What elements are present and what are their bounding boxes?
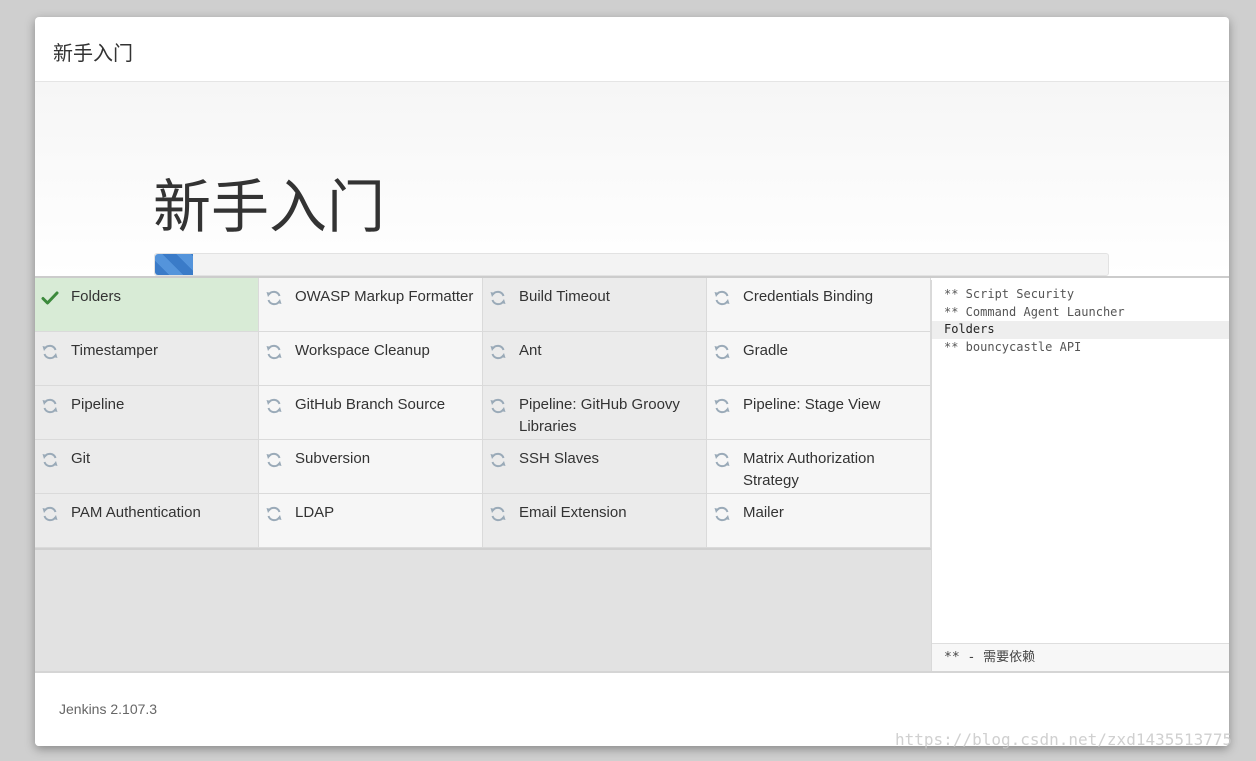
- plugin-name: Pipeline: Stage View: [743, 396, 881, 413]
- plugin-item: Folders: [35, 278, 259, 332]
- plugin-name: Pipeline: [71, 396, 125, 413]
- plugin-name: Mailer: [743, 504, 784, 521]
- refresh-icon: [712, 342, 732, 362]
- refresh-icon: [40, 342, 60, 362]
- plugin-name: SSH Slaves: [519, 450, 600, 467]
- refresh-icon: [712, 288, 732, 308]
- plugin-name: Gradle: [743, 342, 789, 359]
- jenkins-version: Jenkins 2.107.3: [59, 701, 158, 717]
- install-progress-bar: [154, 253, 1109, 276]
- refresh-icon: [712, 504, 732, 524]
- refresh-icon: [712, 396, 732, 416]
- plugin-item: Credentials Binding: [707, 278, 931, 332]
- plugin-item: Pipeline: [35, 386, 259, 440]
- refresh-icon: [40, 396, 60, 416]
- log-line: ** Script Security: [944, 287, 1075, 301]
- plugin-name: Ant: [519, 342, 542, 359]
- plugin-item: Ant: [483, 332, 707, 386]
- log-line: ** Command Agent Launcher: [944, 304, 1125, 319]
- plugin-item: Mailer: [707, 494, 931, 548]
- check-icon: [40, 288, 60, 308]
- plugin-name: OWASP Markup Formatter: [295, 288, 474, 305]
- plugin-list-area: Folders OWASP Markup Formatter Build Timeo…: [35, 278, 931, 671]
- refresh-icon: [488, 396, 508, 416]
- log-line: Folders: [932, 321, 1229, 339]
- log-legend: ** - 需要依赖: [932, 643, 1229, 671]
- plugin-item: Subversion: [259, 440, 483, 494]
- plugin-item: PAM Authentication: [35, 494, 259, 548]
- hero-banner: 新手入门: [35, 82, 1229, 278]
- plugin-item: Matrix Authorization Strategy: [707, 440, 931, 494]
- plugin-name: Matrix Authorization Strategy: [743, 450, 875, 489]
- dialog-title: 新手入门: [53, 41, 133, 65]
- refresh-icon: [488, 504, 508, 524]
- watermark-text: https://blog.csdn.net/zxd1435513775: [895, 730, 1233, 749]
- refresh-icon: [712, 450, 732, 470]
- log-line: ** bouncycastle API: [944, 339, 1082, 354]
- plugin-name: GitHub Branch Source: [295, 396, 446, 413]
- install-log-lines: ** Script Security ** Command Agent Launc…: [932, 286, 1229, 356]
- plugin-name: PAM Authentication: [71, 504, 201, 521]
- plugin-name: Timestamper: [71, 342, 158, 359]
- plugin-name: Git: [71, 450, 91, 467]
- refresh-icon: [488, 342, 508, 362]
- refresh-icon: [264, 342, 284, 362]
- plugin-grid: Folders OWASP Markup Formatter Build Timeo…: [35, 278, 931, 550]
- refresh-icon: [264, 450, 284, 470]
- install-progress-fill: [155, 254, 194, 275]
- plugin-item: Email Extension: [483, 494, 707, 548]
- plugin-name: LDAP: [295, 504, 335, 521]
- plugin-item: OWASP Markup Formatter: [259, 278, 483, 332]
- hero-title: 新手入门: [153, 173, 386, 241]
- refresh-icon: [264, 288, 284, 308]
- plugin-name: Subversion: [295, 450, 371, 467]
- plugin-name: Folders: [71, 288, 122, 305]
- plugin-item: Build Timeout: [483, 278, 707, 332]
- plugin-item: LDAP: [259, 494, 483, 548]
- plugin-name: Credentials Binding: [743, 288, 874, 305]
- refresh-icon: [488, 288, 508, 308]
- plugin-item: Workspace Cleanup: [259, 332, 483, 386]
- plugin-item: Pipeline: GitHub Groovy Libraries: [483, 386, 707, 440]
- plugin-name: Build Timeout: [519, 288, 610, 305]
- plugin-item: Gradle: [707, 332, 931, 386]
- plugin-name: Email Extension: [519, 504, 627, 521]
- dialog-header: 新手入门: [35, 17, 1229, 82]
- setup-wizard-dialog: 新手入门 新手入门 Folders OWASP Markup Formatter B…: [35, 17, 1229, 746]
- plugin-item: SSH Slaves: [483, 440, 707, 494]
- refresh-icon: [488, 450, 508, 470]
- plugin-name: Pipeline: GitHub Groovy Libraries: [519, 396, 680, 435]
- plugin-item: Pipeline: Stage View: [707, 386, 931, 440]
- refresh-icon: [40, 450, 60, 470]
- refresh-icon: [264, 504, 284, 524]
- install-log-panel[interactable]: ** Script Security ** Command Agent Launc…: [931, 280, 1229, 671]
- plugin-item: Git: [35, 440, 259, 494]
- plugin-item: GitHub Branch Source: [259, 386, 483, 440]
- refresh-icon: [40, 504, 60, 524]
- plugin-name: Workspace Cleanup: [295, 342, 430, 359]
- plugin-item: Timestamper: [35, 332, 259, 386]
- refresh-icon: [264, 396, 284, 416]
